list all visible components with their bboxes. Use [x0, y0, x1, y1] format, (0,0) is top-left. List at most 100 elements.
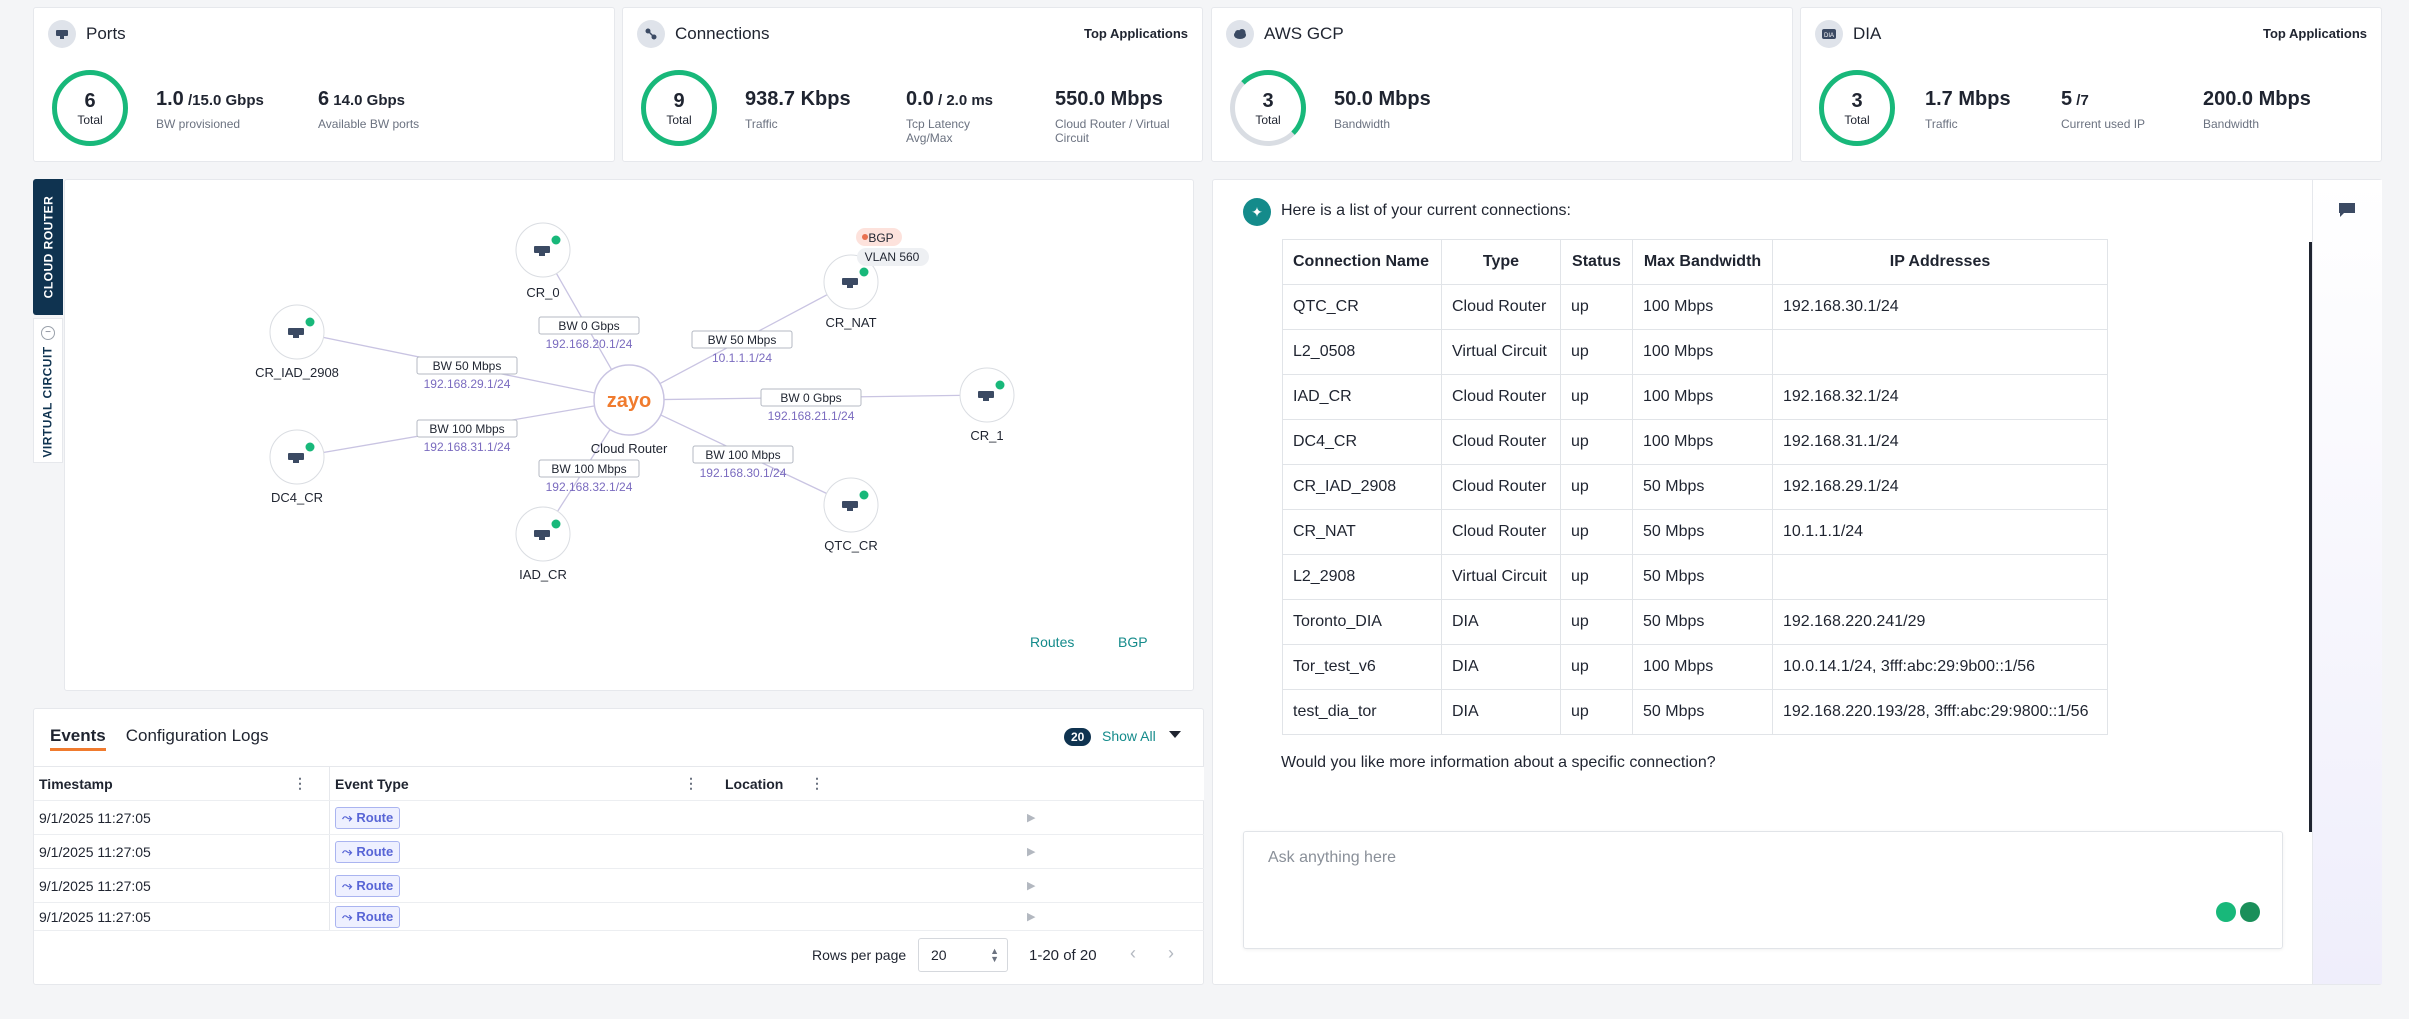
node-iad-cr[interactable]: IAD_CR	[515, 506, 571, 582]
stat-label: Tcp Latency Avg/Max	[906, 117, 971, 145]
table-header: Timestamp ⋮ Event Type ⋮ Location ⋮	[34, 767, 1204, 801]
dia-icon: DIA	[1815, 20, 1843, 48]
table-cell: 192.168.220.193/28, 3fff:abc:29:9800::1/…	[1772, 689, 2108, 735]
link-bw: BW 100 Mbps	[429, 422, 504, 436]
events-tabs: Events Configuration Logs	[50, 726, 268, 751]
grammarly-icon[interactable]	[2240, 902, 2260, 922]
column-menu-icon[interactable]: ⋮	[684, 775, 698, 792]
expand-arrow-icon[interactable]: ▶	[1027, 811, 1035, 824]
stat: 5 /7 Current used IP	[2061, 88, 2145, 131]
link-label: BW 50 Mbps 192.168.29.1/24	[416, 356, 518, 391]
stat-value: 5	[2061, 88, 2073, 110]
stat: 1.7 Mbps Traffic	[1925, 88, 2011, 131]
cloud-icon	[1226, 20, 1254, 48]
expand-arrow-icon[interactable]: ▶	[1027, 845, 1035, 858]
stat-label: Cloud Router / Virtual Circuit	[1055, 117, 1170, 145]
table-cell: up	[1560, 509, 1633, 555]
table-cell: Cloud Router	[1441, 464, 1561, 510]
table-header: Connection Name Type Status Max Bandwidt…	[1282, 239, 2108, 285]
table-cell: DIA	[1441, 644, 1561, 690]
column-header[interactable]: Timestamp ⋮	[34, 767, 330, 800]
stat-value: 50.0 Mbps	[1334, 88, 1431, 110]
table-cell: 192.168.29.1/24	[1772, 464, 2108, 510]
chevron-down-icon[interactable]	[1169, 731, 1181, 738]
stat-value: 6	[318, 88, 330, 110]
zayo-logo: zayo	[607, 390, 651, 412]
stat-value: 1.0	[156, 88, 184, 110]
show-all-link[interactable]: Show All	[1102, 728, 1156, 744]
column-header[interactable]: Location ⋮	[720, 767, 1204, 800]
tab-events[interactable]: Events	[50, 726, 106, 751]
table-cell: 100 Mbps	[1632, 284, 1773, 330]
table-cell: CR_NAT	[1282, 509, 1442, 555]
event-type-badge: ⤳ Route	[335, 840, 401, 863]
table-cell: Cloud Router	[1441, 374, 1561, 420]
topology-svg: CR_0 CR_NAT CR_IAD_2908 CR_1 DC4_CR QTC_…	[255, 222, 1015, 582]
column-label: Location	[725, 775, 784, 792]
stat: 550.0 Mbps Cloud Router / Virtual Circuit	[1055, 88, 1195, 145]
stat: 938.7 Kbps Traffic	[745, 88, 851, 131]
tab-cloud-router[interactable]: CLOUD ROUTER	[33, 179, 63, 315]
mic-icon[interactable]	[2216, 902, 2236, 922]
link-ip: 192.168.21.1/24	[768, 409, 855, 423]
ring-label: Total	[666, 112, 692, 127]
ring-label: Total	[77, 112, 103, 127]
connections-icon	[637, 20, 665, 48]
cloud-router-hub[interactable]: zayo Cloud Router	[591, 364, 668, 456]
table-row[interactable]: 9/1/2025 11:27:05 ⤳ Route ▶	[34, 903, 1204, 931]
bgp-link[interactable]: BGP	[1118, 634, 1148, 650]
table-cell: CR_IAD_2908	[1282, 464, 1442, 510]
node-cr-1[interactable]: CR_1	[959, 367, 1015, 443]
table-row: Tor_test_v6 DIA up 100 Mbps 10.0.14.1/24, 3f…	[1282, 644, 2108, 690]
node-cr-nat[interactable]: CR_NAT	[823, 254, 879, 330]
stat-label: BW provisioned	[156, 117, 241, 131]
tab-configuration-logs[interactable]: Configuration Logs	[126, 726, 269, 751]
table-cell: 50 Mbps	[1632, 464, 1773, 510]
stat-suffix: /7	[2072, 92, 2089, 109]
table-row[interactable]: 9/1/2025 11:27:05 ⤳ Route ▶	[34, 869, 1204, 903]
table-row[interactable]: 9/1/2025 11:27:05 ⤳ Route ▶	[34, 835, 1204, 869]
rows-per-page-select[interactable]: 20 ▲ ▼	[918, 938, 1008, 972]
table-row[interactable]: 9/1/2025 11:27:05 ⤳ Route ▶	[34, 801, 1204, 835]
stat-suffix: 14.0 Gbps	[329, 92, 405, 109]
node-label: CR_IAD_2908	[255, 365, 339, 380]
node-qtc-cr[interactable]: QTC_CR	[823, 477, 879, 553]
chat-panel: ✦ Here is a list of your current connect…	[1212, 179, 2382, 985]
node-cr-iad-2908[interactable]: CR_IAD_2908	[255, 304, 339, 380]
routes-link[interactable]: Routes	[1030, 634, 1074, 650]
expand-arrow-icon[interactable]: ▶	[1027, 879, 1035, 892]
table-cell: 10.1.1.1/24	[1772, 509, 2108, 555]
tab-virtual-circuit[interactable]: − VIRTUAL CIRCUIT	[33, 318, 63, 463]
table-cell: test_dia_tor	[1282, 689, 1442, 735]
chevron-right-icon[interactable]: ›	[1168, 943, 1174, 964]
top-applications-link[interactable]: Top Applications	[2263, 26, 2367, 41]
connections-card: Connections Top Applications 9 Total 938.…	[622, 7, 1203, 162]
node-cr-0[interactable]: CR_0	[515, 222, 571, 300]
route-icon: ⤳	[342, 908, 353, 924]
link-bw: BW 100 Mbps	[705, 448, 780, 462]
column-header: IP Addresses	[1772, 239, 2108, 285]
column-header[interactable]: Event Type ⋮	[330, 767, 720, 800]
card-title: DIA	[1853, 24, 1882, 43]
stat-label: Bandwidth	[1334, 117, 1391, 131]
table-cell: IAD_CR	[1282, 374, 1442, 420]
table-cell: Cloud Router	[1441, 419, 1561, 465]
table-cell: QTC_CR	[1282, 284, 1442, 330]
chat-bubble-icon[interactable]	[2337, 202, 2357, 218]
column-menu-icon[interactable]: ⋮	[810, 775, 824, 792]
table-cell: 192.168.220.241/29	[1772, 599, 2108, 645]
stat-value: 0.0	[906, 88, 934, 110]
column-header: Type	[1441, 239, 1561, 285]
node-dc4-cr[interactable]: DC4_CR	[269, 429, 325, 505]
column-menu-icon[interactable]: ⋮	[293, 775, 307, 792]
chat-input[interactable]: Ask anything here	[1243, 831, 2283, 949]
expand-arrow-icon[interactable]: ▶	[1027, 910, 1035, 923]
ring-label: Total	[1844, 112, 1870, 127]
events-panel: Events Configuration Logs 20 Show All Ti…	[33, 708, 1204, 985]
events-count-badge: 20	[1064, 728, 1092, 746]
top-applications-link[interactable]: Top Applications	[1084, 26, 1188, 41]
chevron-left-icon[interactable]: ‹	[1130, 943, 1136, 964]
table-cell: 100 Mbps	[1632, 374, 1773, 420]
stat-suffix: / 2.0 ms	[933, 92, 994, 109]
table-row: CR_IAD_2908 Cloud Router up 50 Mbps 192.168.…	[1282, 464, 2108, 510]
